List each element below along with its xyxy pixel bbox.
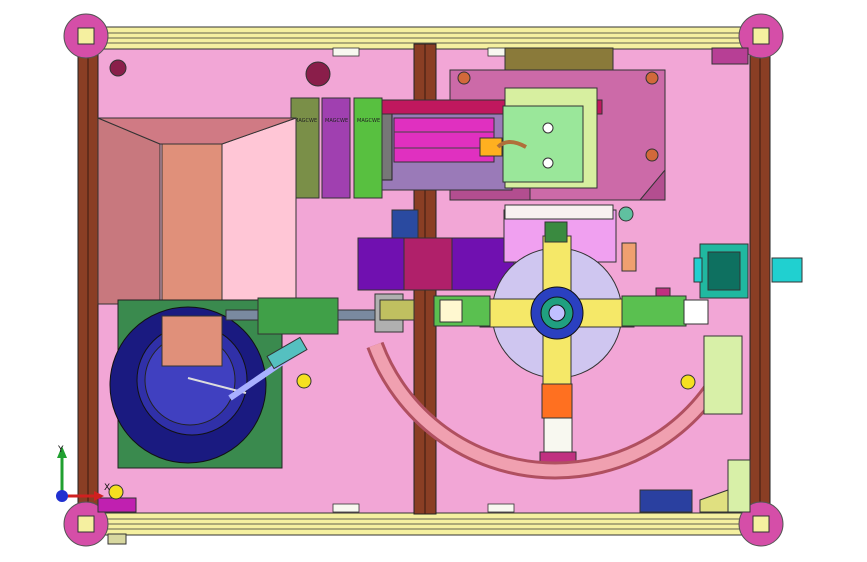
module-label-1: MAGCWE	[294, 118, 317, 124]
slide-rail-assembly	[371, 87, 603, 191]
axis-y-label: Y	[57, 445, 64, 455]
axis-x-label: X	[104, 483, 110, 493]
module-label-3: MAGCWE	[357, 118, 380, 124]
control-modules: MAGCWE MAGCWE MAGCWE	[290, 97, 383, 199]
station-bottom	[539, 383, 577, 467]
right-frame-bar	[749, 39, 771, 531]
vibratory-bowl	[109, 299, 283, 469]
left-frame-bar	[77, 39, 99, 531]
bottom-rail	[83, 512, 765, 536]
corner-foot-tl	[63, 13, 109, 59]
module-label-2: MAGCWE	[325, 118, 348, 124]
cad-assembly-view: MAGCWE MAGCWE MAGCWE Y X	[56, 13, 803, 547]
